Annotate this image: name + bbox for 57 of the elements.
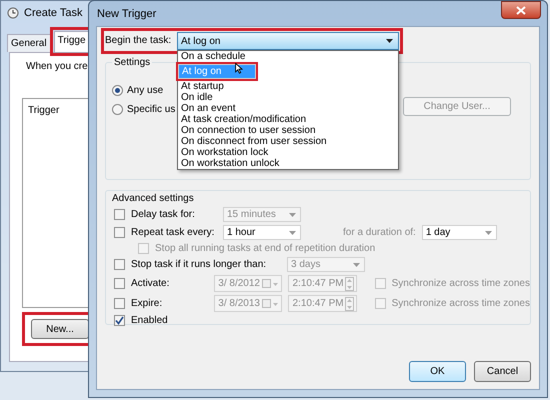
checkbox[interactable] xyxy=(114,315,125,326)
dropdown-option[interactable]: On idle xyxy=(178,92,398,103)
radio-label: Any use xyxy=(127,85,164,96)
dropdown-field[interactable]: 1 hour xyxy=(223,225,301,240)
close-button[interactable] xyxy=(501,1,541,19)
checkbox[interactable] xyxy=(114,259,125,270)
duration-label: for a duration of: xyxy=(343,227,416,238)
checkbox[interactable] xyxy=(114,209,125,220)
dropdown-option[interactable]: At startup xyxy=(178,81,398,92)
checkbox-label: Expire: xyxy=(131,298,164,309)
caret-icon xyxy=(353,262,360,266)
spinner-icon xyxy=(344,296,354,310)
checkbox[interactable] xyxy=(114,227,125,238)
cursor-icon xyxy=(235,63,243,74)
checkbox-label: Stop all running tasks at end of repetition duration xyxy=(155,243,376,254)
caret-icon xyxy=(484,230,492,234)
dropdown-option[interactable]: On disconnect from user session xyxy=(178,136,398,147)
checkbox-label: Stop task if it runs longer than: xyxy=(131,259,268,270)
begin-task-label: Begin the task: xyxy=(105,34,172,46)
radio-button[interactable] xyxy=(112,104,123,115)
caret-icon xyxy=(386,39,393,43)
dropdown-field[interactable]: 1 day xyxy=(422,225,497,240)
dropdown-option[interactable]: On an event xyxy=(178,103,398,114)
checkbox-label: Repeat task every: xyxy=(131,227,216,238)
dialog-button[interactable]: OK xyxy=(409,361,466,382)
checkbox[interactable] xyxy=(114,278,125,289)
checkbox-label: Activate: xyxy=(131,278,170,289)
close-icon xyxy=(516,6,526,14)
checkbox-label: Synchronize across time zones xyxy=(392,278,530,289)
dropdown-option[interactable]: At task creation/modification xyxy=(178,114,398,125)
dropdown-option[interactable]: On a schedule xyxy=(178,51,398,62)
dialog-title: New Trigger xyxy=(97,8,156,20)
radio-label: Specific us xyxy=(127,104,176,115)
caret-icon xyxy=(289,212,296,216)
calendar-icon xyxy=(262,298,278,308)
clock-icon xyxy=(7,7,19,19)
checkbox[interactable] xyxy=(374,298,386,309)
dropdown-option[interactable]: On workstation unlock xyxy=(178,158,398,169)
caret-icon xyxy=(289,230,296,234)
checkbox-label: Delay task for: xyxy=(131,209,196,220)
radio-button[interactable] xyxy=(112,85,123,96)
spinner-icon xyxy=(344,276,354,290)
checkbox[interactable] xyxy=(114,298,125,309)
new-button[interactable]: New... xyxy=(31,319,89,339)
window-title: Create Task xyxy=(24,7,82,19)
checkbox-label: Synchronize across time zones xyxy=(392,298,530,309)
dialog-button[interactable]: Cancel xyxy=(474,361,531,382)
calendar-icon xyxy=(262,278,278,288)
tab[interactable]: General xyxy=(7,34,51,52)
checkbox[interactable] xyxy=(374,278,386,289)
begin-task-dropdown[interactable]: At log on xyxy=(177,32,399,50)
group-title: Advanced settings xyxy=(112,193,194,204)
group-title: Settings xyxy=(112,57,152,68)
checkbox-label: Enabled xyxy=(131,315,168,326)
dropdown-option[interactable]: On workstation lock xyxy=(178,147,398,158)
dropdown-option[interactable]: On connection to user session xyxy=(178,125,398,136)
checkbox[interactable] xyxy=(138,243,149,254)
